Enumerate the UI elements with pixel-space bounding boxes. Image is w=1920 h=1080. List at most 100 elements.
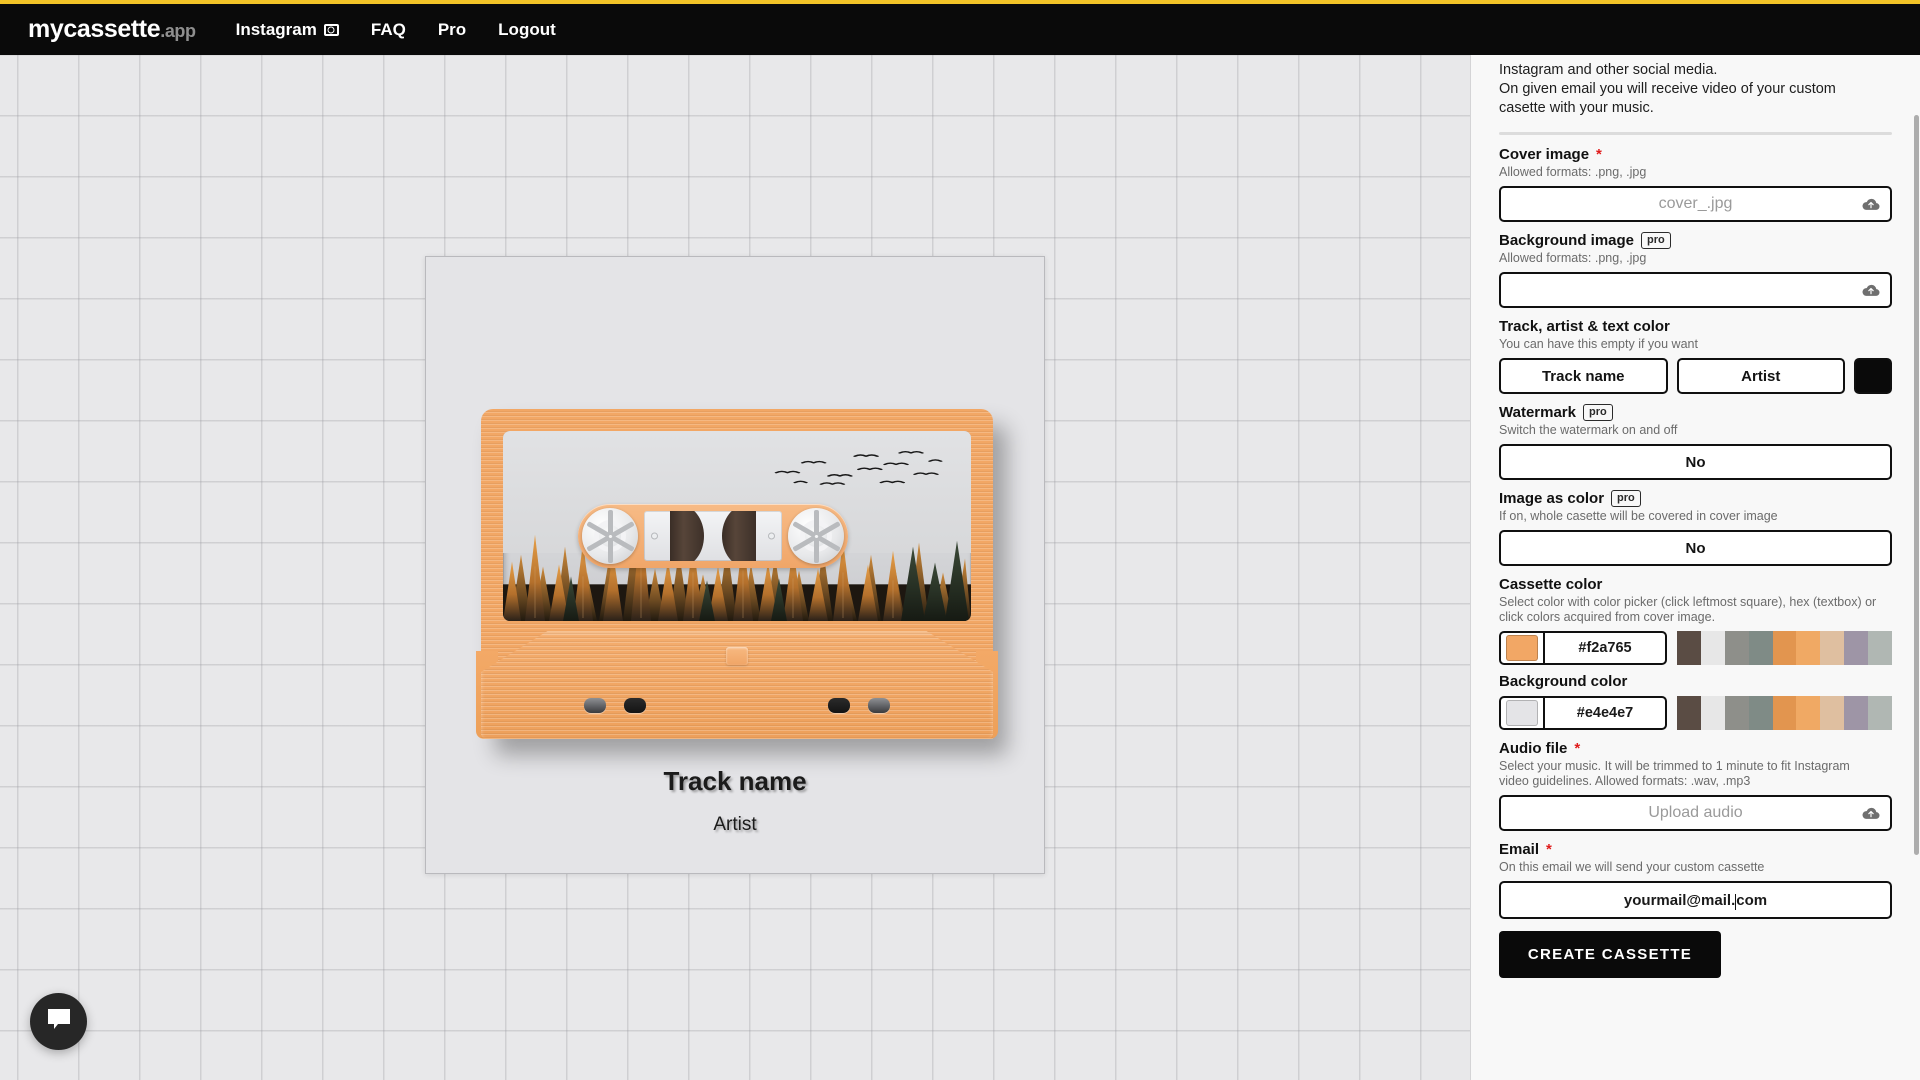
chat-launcher-button[interactable] (30, 993, 87, 1050)
divider (1499, 132, 1892, 135)
palette-swatch-5[interactable] (1796, 631, 1821, 665)
background-color-row: #e4e4e7 (1499, 696, 1893, 730)
brand-logo[interactable]: mycassette.app (28, 15, 196, 44)
background-color-label-row: Background color (1499, 673, 1892, 690)
email-label-row: Email * (1499, 841, 1892, 858)
cover-image-placeholder: cover_.jpg (1658, 195, 1733, 212)
image-as-color-toggle[interactable]: No (1499, 530, 1892, 566)
brand-name: mycassette (28, 15, 161, 43)
palette-swatch-6[interactable] (1820, 696, 1845, 730)
cassette-color-palette (1677, 631, 1893, 665)
camera-icon (323, 23, 339, 36)
nav-link-faq[interactable]: FAQ (371, 20, 406, 40)
palette-swatch-4[interactable] (1772, 631, 1797, 665)
email-label: Email (1499, 841, 1540, 858)
palette-swatch-4[interactable] (1772, 696, 1797, 730)
cassette-color-chip[interactable] (1506, 635, 1538, 661)
cover-image-input[interactable]: cover_.jpg (1499, 186, 1892, 222)
palette-swatch-2[interactable] (1724, 696, 1749, 730)
settings-form-panel: Instagram and other social media. On giv… (1470, 55, 1920, 1080)
tape-spool-right (722, 511, 756, 561)
email-required-mark: * (1546, 841, 1552, 858)
email-field[interactable]: yourmail@mail. com (1499, 881, 1892, 919)
cassette-color-hex[interactable]: #f2a765 (1543, 633, 1665, 663)
palette-swatch-2[interactable] (1724, 631, 1749, 665)
tape-pin-left (651, 532, 658, 540)
cover-image-label-row: Cover image * (1499, 146, 1892, 163)
image-as-color-label-row: Image as color pro (1499, 490, 1892, 507)
palette-swatch-3[interactable] (1748, 696, 1773, 730)
upload-cloud-icon[interactable] (1861, 806, 1881, 821)
track-name-input[interactable]: Track name (1499, 358, 1668, 394)
cover-image-hint: Allowed formats: .png, .jpg (1499, 165, 1647, 179)
cassette-preview-card: Track name Artist (425, 256, 1045, 874)
watermark-toggle[interactable]: No (1499, 444, 1892, 480)
palette-swatch-3[interactable] (1748, 631, 1773, 665)
cassette-color-hint-line-2: click colors acquired from cover image. (1499, 610, 1716, 624)
background-color-chip[interactable] (1506, 700, 1538, 726)
cassette-center-nub (726, 647, 748, 665)
image-as-color-hint: If on, whole casette will be covered in … (1499, 509, 1778, 523)
nav-link-pro[interactable]: Pro (438, 20, 466, 40)
cassette-hole-4 (868, 698, 890, 713)
nav-link-logout[interactable]: Logout (498, 20, 556, 40)
background-color-picker[interactable]: #e4e4e7 (1499, 696, 1667, 730)
palette-swatch-8[interactable] (1868, 696, 1893, 730)
intro-text: Instagram and other social media. On giv… (1499, 55, 1892, 118)
preview-track-name: Track name (663, 766, 807, 796)
email-value-after-caret: com (1736, 891, 1768, 909)
brand-suffix: .app (160, 21, 196, 41)
background-image-input[interactable] (1499, 272, 1892, 308)
image-as-color-pro-badge[interactable]: pro (1611, 490, 1641, 507)
text-color-label-row: Track, artist & text color (1499, 318, 1892, 335)
background-image-pro-badge[interactable]: pro (1641, 232, 1671, 249)
app-root: mycassette.app Instagram FAQ Pro Logout (0, 0, 1920, 1080)
upload-cloud-icon[interactable] (1861, 283, 1881, 298)
tape-spool-left (670, 511, 704, 561)
palette-swatch-7[interactable] (1844, 696, 1869, 730)
palette-swatch-5[interactable] (1796, 696, 1821, 730)
background-color-palette (1677, 696, 1893, 730)
cassette-tape-window (644, 511, 782, 561)
watermark-label-row: Watermark pro (1499, 404, 1892, 421)
watermark-hint: Switch the watermark on and off (1499, 423, 1678, 437)
watermark-label: Watermark (1499, 404, 1576, 421)
background-color-hex[interactable]: #e4e4e7 (1543, 698, 1665, 728)
palette-swatch-0[interactable] (1677, 696, 1701, 730)
cover-image-label: Cover image (1499, 146, 1590, 163)
preview-stage: Track name Artist (0, 55, 1470, 1080)
palette-swatch-6[interactable] (1820, 631, 1845, 665)
background-image-hint: Allowed formats: .png, .jpg (1499, 251, 1647, 265)
text-color-swatch[interactable] (1854, 358, 1892, 394)
palette-swatch-1[interactable] (1700, 696, 1725, 730)
cassette-graphic (476, 409, 998, 739)
cassette-color-picker[interactable]: #f2a765 (1499, 631, 1667, 665)
audio-file-label-row: Audio file * (1499, 740, 1892, 757)
audio-file-placeholder: Upload audio (1648, 804, 1743, 821)
artist-name-input[interactable]: Artist (1676, 358, 1845, 394)
watermark-pro-badge[interactable]: pro (1582, 404, 1613, 421)
reel-teeth-left (582, 508, 638, 564)
text-color-label: Track, artist & text color (1499, 318, 1670, 335)
intro-line-3: casette with your music. (1499, 100, 1654, 116)
cassette-reel-left (582, 508, 638, 564)
cassette-color-hint-line-1: Select color with color picker (click le… (1499, 595, 1877, 609)
palette-swatch-1[interactable] (1700, 631, 1725, 665)
panel-scrollbar[interactable] (1914, 115, 1919, 855)
cassette-color-hint: Select color with color picker (click le… (1499, 595, 1892, 625)
nav-link-instagram[interactable]: Instagram (236, 20, 339, 40)
intro-line-1: Instagram and other social media. (1499, 62, 1718, 78)
cassette-color-label-row: Cassette color (1499, 576, 1892, 593)
palette-swatch-8[interactable] (1868, 631, 1893, 665)
cover-image-required-mark: * (1596, 146, 1602, 163)
cassette-reel-assembly (578, 504, 848, 568)
preview-artist-name: Artist (713, 814, 757, 835)
palette-swatch-0[interactable] (1677, 631, 1701, 665)
chat-bubble-icon (46, 1007, 72, 1036)
create-cassette-button[interactable]: CREATE CASSETTE (1499, 931, 1721, 978)
background-image-label-row: Background image pro (1499, 232, 1892, 249)
palette-swatch-7[interactable] (1844, 631, 1869, 665)
upload-cloud-icon[interactable] (1861, 197, 1881, 212)
audio-file-input[interactable]: Upload audio (1499, 795, 1892, 831)
background-image-label: Background image (1499, 232, 1635, 249)
